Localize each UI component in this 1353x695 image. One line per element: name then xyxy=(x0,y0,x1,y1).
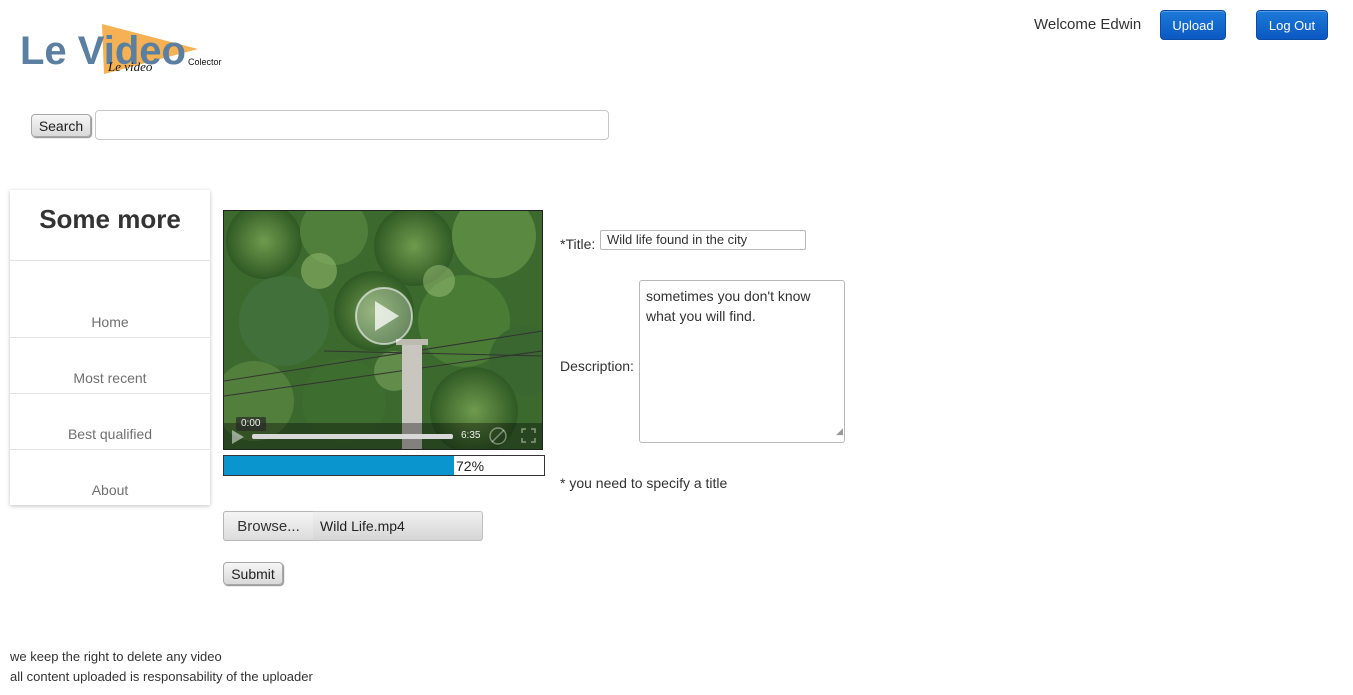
logo[interactable]: Le Video Le video Colector xyxy=(18,22,248,78)
logo-tagline: Le video xyxy=(107,59,153,74)
upload-progress-fill xyxy=(224,456,455,475)
sidebar-divider xyxy=(10,393,210,394)
resize-grip-icon[interactable]: ◢ xyxy=(836,421,843,441)
sidebar-item-about[interactable]: About xyxy=(10,482,210,498)
sidebar-item-best-qualified[interactable]: Best qualified xyxy=(10,426,210,442)
logout-button[interactable]: Log Out xyxy=(1256,10,1328,40)
browse-button[interactable]: Browse... xyxy=(223,511,314,541)
search-input[interactable] xyxy=(95,110,609,140)
footer-line-1: we keep the right to delete any video xyxy=(10,649,222,664)
title-label: *Title: xyxy=(560,236,596,252)
sidebar-divider xyxy=(10,260,210,261)
sidebar-title: Some more xyxy=(39,204,181,234)
file-name-display[interactable]: Wild Life.mp4 xyxy=(313,511,483,541)
sidebar-item-home[interactable]: Home xyxy=(10,314,210,330)
sidebar-item-most-recent[interactable]: Most recent xyxy=(10,370,210,386)
search-button[interactable]: Search xyxy=(31,114,91,137)
submit-button[interactable]: Submit xyxy=(223,562,283,585)
sidebar-divider xyxy=(10,449,210,450)
title-input[interactable]: Wild life found in the city xyxy=(600,230,806,250)
upload-button[interactable]: Upload xyxy=(1160,10,1226,40)
video-player[interactable]: 0:00 6:35 xyxy=(223,210,543,450)
logo-text: Le Video xyxy=(20,29,186,73)
logo-graphic: Le Video Le video Colector xyxy=(20,24,222,74)
sidebar: Some more Home Most recent Best qualifie… xyxy=(10,190,210,505)
description-textarea[interactable]: sometimes you don't know what you will f… xyxy=(639,280,845,443)
description-label: Description: xyxy=(560,358,634,374)
page: Le Video Le video Colector Welcome Edwin… xyxy=(0,0,1353,695)
title-required-hint: * you need to specify a title xyxy=(560,475,728,491)
video-duration: 6:35 xyxy=(461,430,481,441)
video-frame xyxy=(224,211,542,449)
welcome-text: Welcome Edwin xyxy=(1034,16,1142,33)
upload-progress-label: 72% xyxy=(456,458,485,474)
video-current-time: 0:00 xyxy=(241,418,261,429)
logo-tagline-small: Colector xyxy=(188,57,222,67)
footer-line-2: all content uploaded is responsability o… xyxy=(10,669,313,684)
upload-progress-bar: 72% xyxy=(223,455,545,476)
description-text: sometimes you don't know what you will f… xyxy=(646,288,811,324)
sidebar-divider xyxy=(10,337,210,338)
